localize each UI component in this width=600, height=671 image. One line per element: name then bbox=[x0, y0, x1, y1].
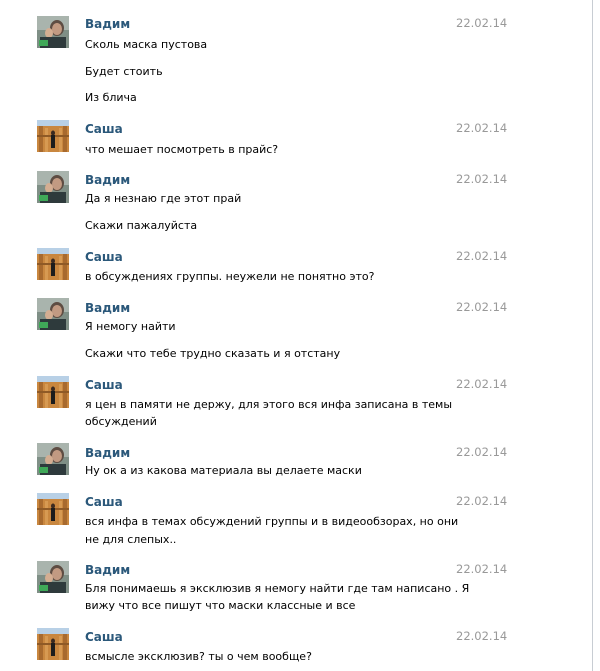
message-text: Будет стоить bbox=[85, 65, 163, 78]
author-name[interactable]: Саша bbox=[85, 630, 123, 644]
author-name[interactable]: Саша bbox=[85, 122, 123, 136]
author-name[interactable]: Саша bbox=[85, 250, 123, 264]
author-name[interactable]: Вадим bbox=[85, 17, 130, 31]
message-date: 22.02.14 bbox=[456, 249, 508, 263]
avatar-vadim[interactable] bbox=[37, 443, 69, 475]
message-text: не для слепых.. bbox=[85, 533, 177, 546]
avatar-sasha[interactable] bbox=[37, 248, 69, 280]
message-date: 22.02.14 bbox=[456, 562, 508, 576]
message-text: я цен в памяти не держу, для этого вся и… bbox=[85, 398, 453, 411]
avatar-vadim[interactable] bbox=[37, 298, 69, 330]
avatar-vadim[interactable] bbox=[37, 171, 69, 203]
author-name[interactable]: Вадим bbox=[85, 301, 130, 315]
avatar-sasha[interactable] bbox=[37, 376, 69, 408]
message-text: Скажи что тебе трудно сказать и я отстан… bbox=[85, 347, 341, 360]
page-right-border bbox=[592, 0, 593, 671]
message-text: Сколь маска пустова bbox=[85, 38, 208, 51]
avatar-vadim[interactable] bbox=[37, 16, 69, 48]
message-date: 22.02.14 bbox=[456, 300, 508, 314]
message-date: 22.02.14 bbox=[456, 172, 508, 186]
message-text: Я немогу найти bbox=[85, 320, 176, 333]
author-name[interactable]: Саша bbox=[85, 495, 123, 509]
message-date: 22.02.14 bbox=[456, 121, 508, 135]
message-date: 22.02.14 bbox=[456, 494, 508, 508]
message-text: Бля понимаешь я эксклюзив я немогу найти… bbox=[85, 582, 470, 595]
message-date: 22.02.14 bbox=[456, 445, 508, 459]
avatar-sasha[interactable] bbox=[37, 628, 69, 660]
author-name[interactable]: Вадим bbox=[85, 563, 130, 577]
message-text: Скажи пажалуйста bbox=[85, 219, 198, 232]
message-text: обсуждений bbox=[85, 415, 157, 428]
message-text: всмысле эксклюзив? ты о чем вообще? bbox=[85, 650, 312, 663]
avatar-vadim[interactable] bbox=[37, 561, 69, 593]
message-text: вижу что все пишут что маски классные и … bbox=[85, 599, 356, 612]
message-text: Да я незнаю где этот прай bbox=[85, 192, 242, 205]
message-date: 22.02.14 bbox=[456, 377, 508, 391]
message-text: Ну ок а из какова материала вы делаете м… bbox=[85, 464, 362, 477]
message-text: в обсуждениях группы. неужели не понятно… bbox=[85, 270, 375, 283]
avatar-sasha[interactable] bbox=[37, 493, 69, 525]
message-text: вся инфа в темах обсуждений группы и в в… bbox=[85, 515, 459, 528]
message-text: что мешает посмотреть в прайс? bbox=[85, 143, 279, 156]
avatar-sasha[interactable] bbox=[37, 120, 69, 152]
message-text: Из блича bbox=[85, 91, 137, 104]
author-name[interactable]: Вадим bbox=[85, 173, 130, 187]
author-name[interactable]: Вадим bbox=[85, 446, 130, 460]
author-name[interactable]: Саша bbox=[85, 378, 123, 392]
message-date: 22.02.14 bbox=[456, 629, 508, 643]
message-date: 22.02.14 bbox=[456, 16, 508, 30]
